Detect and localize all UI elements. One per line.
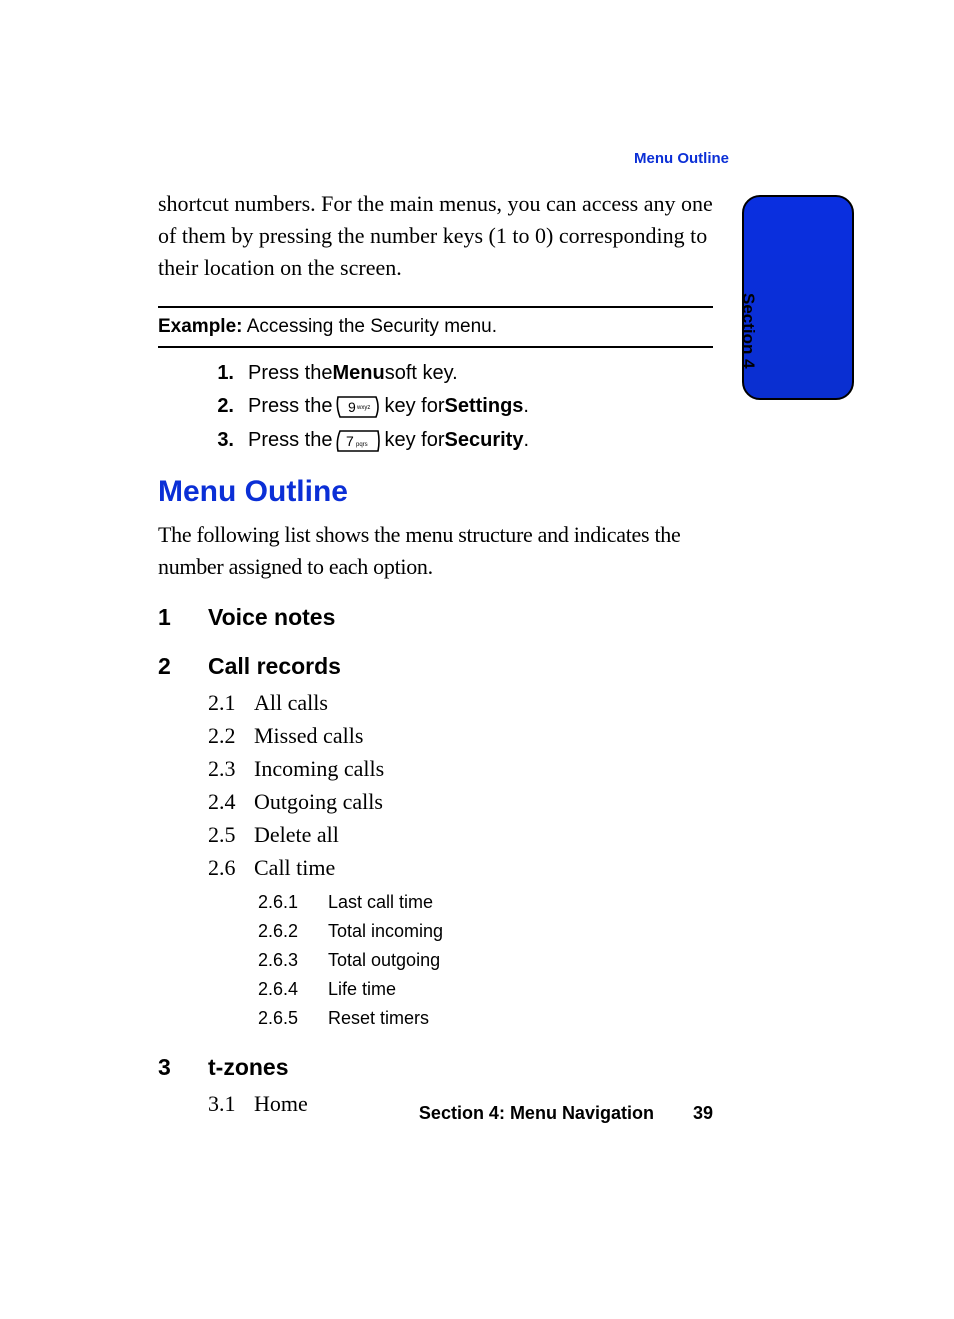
menu-2-items: 2.1All calls 2.2Missed calls 2.3Incoming… (208, 686, 713, 1032)
example-block: Example: Accessing the Security menu. (158, 306, 713, 348)
step-3: 3. Press the 7 pqrs key for Security . (206, 429, 713, 453)
menu-heading-1: 1 Voice notes (158, 604, 713, 631)
content-column: shortcut numbers. For the main menus, yo… (158, 188, 713, 1120)
list-item: 2.6Call time (208, 851, 713, 884)
item-label: Life time (328, 975, 396, 1004)
list-item: 2.3Incoming calls (208, 752, 713, 785)
item-number: 2.2 (208, 719, 254, 752)
running-head: Menu Outline (634, 150, 729, 167)
step-text: Press the (248, 395, 332, 418)
menu-title: t-zones (208, 1054, 289, 1081)
step-text: key for (384, 429, 444, 452)
item-number: 2.4 (208, 785, 254, 818)
step-2: 2. Press the 9 wxyz key for Settings . (206, 395, 713, 419)
list-item: 2.6.5Reset timers (258, 1004, 713, 1033)
outline-intro: The following list shows the menu struct… (158, 519, 713, 583)
item-number: 2.6.5 (258, 1004, 328, 1033)
page: Menu Outline Section 4 shortcut numbers.… (0, 0, 954, 1319)
step-number: 2. (206, 395, 234, 418)
svg-text:pqrs: pqrs (356, 442, 368, 448)
item-label: Total incoming (328, 917, 443, 946)
item-label: Call time (254, 851, 335, 884)
section-tab: Section 4 (742, 195, 854, 400)
menu-2-6-items: 2.6.1Last call time 2.6.2Total incoming … (258, 888, 713, 1032)
item-label: Delete all (254, 818, 339, 851)
footer-section: Section 4: Menu Navigation (419, 1103, 654, 1123)
item-label: Outgoing calls (254, 785, 383, 818)
step-bold: Menu (332, 362, 384, 385)
item-label: Incoming calls (254, 752, 384, 785)
page-footer: Section 4: Menu Navigation 39 (158, 1103, 713, 1124)
menu-heading-2: 2 Call records (158, 653, 713, 680)
menu-heading-3: 3 t-zones (158, 1054, 713, 1081)
item-label: Reset timers (328, 1004, 429, 1033)
item-label: All calls (254, 686, 328, 719)
item-label: Last call time (328, 888, 433, 917)
step-text: Press the (248, 429, 332, 452)
item-number: 2.1 (208, 686, 254, 719)
item-number: 2.3 (208, 752, 254, 785)
step-1: 1. Press the Menu soft key. (206, 362, 713, 385)
intro-paragraph: shortcut numbers. For the main menus, yo… (158, 188, 713, 284)
svg-text:7: 7 (346, 433, 354, 449)
item-number: 2.5 (208, 818, 254, 851)
example-text: Accessing the Security menu. (242, 316, 497, 337)
item-number: 2.6.1 (258, 888, 328, 917)
step-number: 1. (206, 362, 234, 385)
svg-text:9: 9 (348, 399, 356, 415)
item-label: Missed calls (254, 719, 363, 752)
step-text: Press the (248, 362, 332, 385)
item-number: 2.6.2 (258, 917, 328, 946)
keypad-7-icon: 7 pqrs (336, 429, 380, 453)
step-text: . (523, 395, 529, 418)
list-item: 2.6.1Last call time (258, 888, 713, 917)
list-item: 2.6.3Total outgoing (258, 946, 713, 975)
list-item: 2.4Outgoing calls (208, 785, 713, 818)
list-item: 2.6.4Life time (258, 975, 713, 1004)
list-item: 2.5Delete all (208, 818, 713, 851)
step-text: soft key. (385, 362, 458, 385)
svg-text:wxyz: wxyz (356, 405, 370, 411)
step-number: 3. (206, 429, 234, 452)
step-text: key for (384, 395, 444, 418)
footer-page-number: 39 (693, 1103, 713, 1123)
section-tab-label: Section 4 (738, 293, 758, 369)
menu-number: 2 (158, 653, 208, 680)
menu-number: 1 (158, 604, 208, 631)
steps-list: 1. Press the Menu soft key. 2. Press the… (158, 362, 713, 453)
item-number: 2.6 (208, 851, 254, 884)
step-bold: Settings (445, 395, 524, 418)
list-item: 2.6.2Total incoming (258, 917, 713, 946)
keypad-9-icon: 9 wxyz (336, 395, 380, 419)
menu-title: Call records (208, 653, 341, 680)
list-item: 2.2Missed calls (208, 719, 713, 752)
example-label: Example: (158, 316, 242, 337)
item-number: 2.6.4 (258, 975, 328, 1004)
step-bold: Security (445, 429, 524, 452)
item-label: Total outgoing (328, 946, 440, 975)
menu-title: Voice notes (208, 604, 335, 631)
heading-menu-outline: Menu Outline (158, 475, 713, 509)
menu-number: 3 (158, 1054, 208, 1081)
step-text: . (523, 429, 529, 452)
list-item: 2.1All calls (208, 686, 713, 719)
item-number: 2.6.3 (258, 946, 328, 975)
